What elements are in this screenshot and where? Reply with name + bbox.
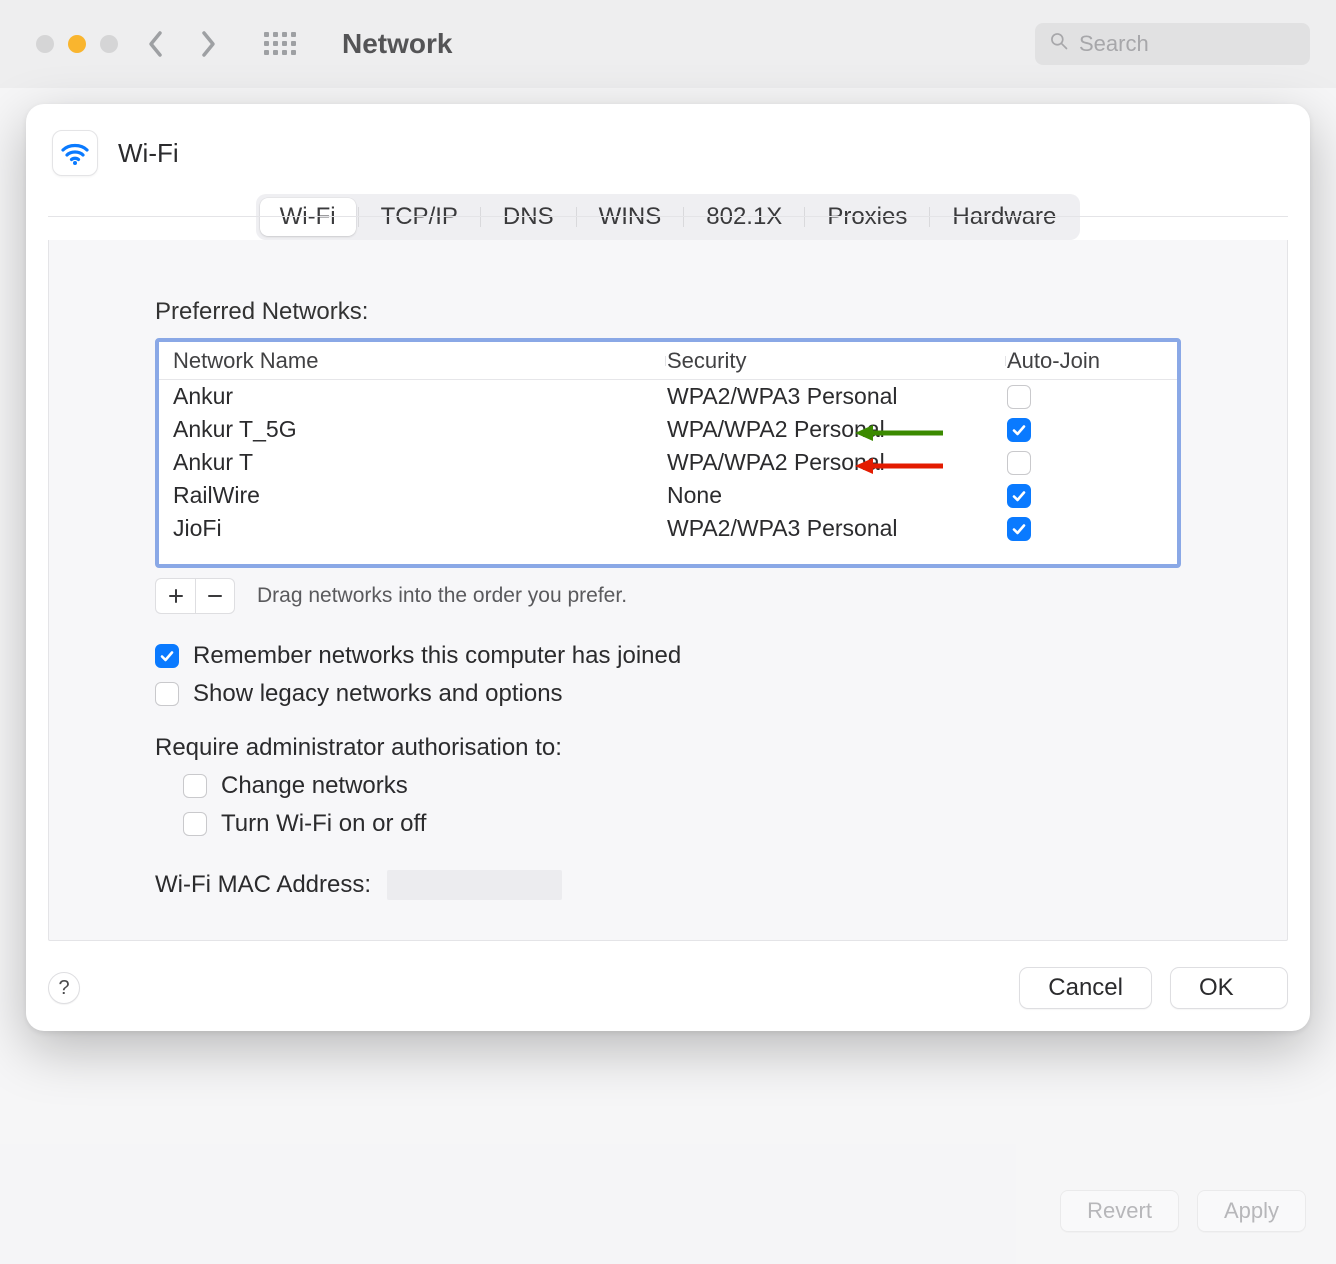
admin-auth-label: Require administrator authorisation to: (155, 734, 1181, 762)
table-row[interactable]: AnkurWPA2/WPA3 Personal (159, 380, 1177, 413)
network-name: JioFi (173, 515, 667, 542)
tab-separator (804, 207, 805, 227)
revert-button[interactable]: Revert (1060, 1190, 1179, 1232)
tab-8021x[interactable]: 802.1X (686, 198, 802, 236)
close-traffic-light[interactable] (36, 35, 54, 53)
tab-tcpip[interactable]: TCP/IP (361, 198, 478, 236)
tab-separator (929, 207, 930, 227)
drag-hint: Drag networks into the order you prefer. (257, 584, 627, 608)
network-security: None (667, 482, 1007, 509)
preferred-networks-table[interactable]: Network Name Security Auto-Join AnkurWPA… (155, 338, 1181, 568)
search-icon (1049, 31, 1069, 57)
help-button[interactable]: ? (48, 972, 80, 1004)
tab-wins[interactable]: WINS (579, 198, 682, 236)
table-header: Network Name Security Auto-Join (159, 342, 1177, 380)
network-name: Ankur T_5G (173, 416, 667, 443)
autojoin-checkbox[interactable] (1007, 451, 1031, 475)
preferred-networks-label: Preferred Networks: (155, 298, 1181, 326)
cancel-button[interactable]: Cancel (1019, 967, 1152, 1009)
apply-button[interactable]: Apply (1197, 1190, 1306, 1232)
wifi-icon (52, 130, 98, 176)
mac-address-label: Wi-Fi MAC Address: (155, 871, 371, 899)
minimize-traffic-light[interactable] (68, 35, 86, 53)
ok-button[interactable]: OK (1170, 967, 1288, 1009)
back-button[interactable] (142, 26, 170, 62)
wifi-tab-pane: Preferred Networks: Network Name Securit… (48, 240, 1288, 941)
network-security: WPA2/WPA3 Personal (667, 515, 1007, 542)
tab-separator (358, 207, 359, 227)
tab-wifi[interactable]: Wi-Fi (260, 198, 356, 236)
sheet-title: Wi-Fi (118, 138, 179, 169)
remove-network-button[interactable] (195, 578, 235, 614)
legacy-networks-label: Show legacy networks and options (193, 680, 563, 708)
table-row[interactable]: Ankur TWPA/WPA2 Personal (159, 446, 1177, 479)
network-name: Ankur T (173, 449, 667, 476)
col-security[interactable]: Security (667, 348, 1007, 374)
autojoin-checkbox[interactable] (1007, 517, 1031, 541)
all-prefs-icon[interactable] (264, 32, 296, 55)
wifi-advanced-sheet: Wi-Fi Wi-FiTCP/IPDNSWINS802.1XProxiesHar… (26, 104, 1310, 1031)
mac-address-value (387, 870, 562, 900)
tabs: Wi-FiTCP/IPDNSWINS802.1XProxiesHardware (256, 194, 1081, 240)
admin-change-networks-checkbox[interactable] (183, 774, 207, 798)
tab-separator (480, 207, 481, 227)
remember-networks-label: Remember networks this computer has join… (193, 642, 681, 670)
table-row[interactable]: Ankur T_5GWPA/WPA2 Personal (159, 413, 1177, 446)
add-network-button[interactable] (155, 578, 195, 614)
network-name: RailWire (173, 482, 667, 509)
autojoin-checkbox[interactable] (1007, 385, 1031, 409)
legacy-networks-checkbox[interactable] (155, 682, 179, 706)
network-security: WPA2/WPA3 Personal (667, 383, 1007, 410)
tab-hardware[interactable]: Hardware (932, 198, 1076, 236)
network-security: WPA/WPA2 Personal (667, 416, 1007, 443)
admin-toggle-wifi-checkbox[interactable] (183, 812, 207, 836)
tab-dns[interactable]: DNS (483, 198, 574, 236)
network-security: WPA/WPA2 Personal (667, 449, 1007, 476)
search-placeholder: Search (1079, 31, 1149, 57)
forward-button[interactable] (194, 26, 222, 62)
autojoin-checkbox[interactable] (1007, 484, 1031, 508)
admin-toggle-wifi-label: Turn Wi-Fi on or off (221, 810, 426, 838)
table-row[interactable]: JioFiWPA2/WPA3 Personal (159, 512, 1177, 545)
tab-proxies[interactable]: Proxies (807, 198, 927, 236)
autojoin-checkbox[interactable] (1007, 418, 1031, 442)
search-field[interactable]: Search (1035, 23, 1310, 65)
tab-separator (576, 207, 577, 227)
window-title: Network (342, 28, 452, 60)
bottom-buttons: Revert Apply (1060, 1190, 1306, 1232)
zoom-traffic-light[interactable] (100, 35, 118, 53)
col-network-name[interactable]: Network Name (173, 348, 667, 374)
traffic-lights (36, 35, 118, 53)
titlebar: Network Search (0, 0, 1336, 88)
table-row[interactable]: RailWireNone (159, 479, 1177, 512)
col-autojoin[interactable]: Auto-Join (1007, 348, 1167, 374)
network-name: Ankur (173, 383, 667, 410)
tab-separator (683, 207, 684, 227)
remember-networks-checkbox[interactable] (155, 644, 179, 668)
admin-change-networks-label: Change networks (221, 772, 408, 800)
